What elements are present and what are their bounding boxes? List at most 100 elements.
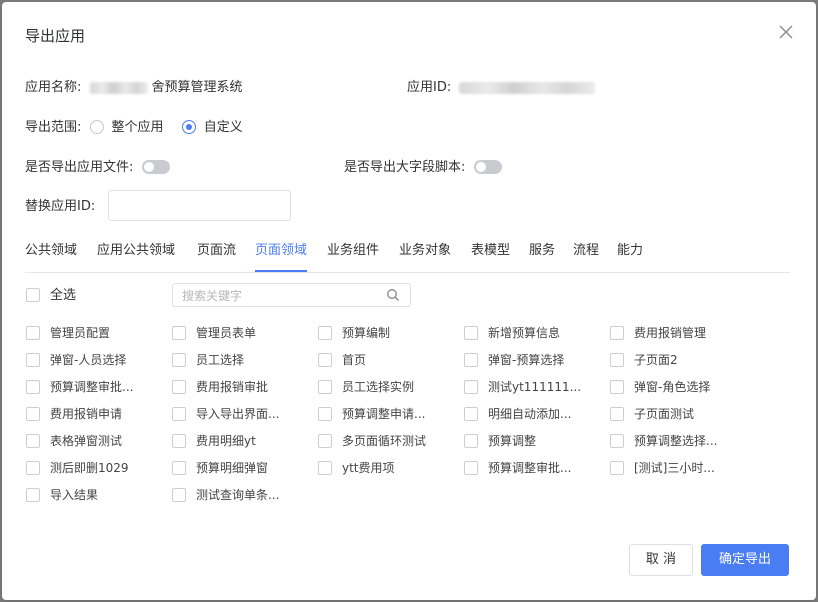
checkbox-icon [26,353,40,367]
page-item-checkbox[interactable]: 多页面循环测试 [318,432,458,450]
page-item-checkbox[interactable]: 费用明细yt [172,432,312,450]
page-item-label: 预算调整 [488,434,537,448]
page-item-label: 员工选择 [196,353,245,367]
page-item-label: 费用明细yt [196,434,256,448]
page-item-checkbox[interactable]: 弹窗-角色选择 [610,378,750,396]
export-big-field-label: 是否导出大字段脚本: [344,160,466,175]
checkbox-icon [172,434,186,448]
scope-option-custom[interactable]: 自定义 [181,120,243,135]
page-item-checkbox[interactable]: 预算调整申请... [318,405,458,423]
dialog-title: 导出应用 [25,27,86,45]
checkbox-icon [172,407,186,421]
checkbox-icon [318,353,332,367]
checkbox-icon [318,434,332,448]
page-item-checkbox[interactable]: 费用报销审批 [172,378,312,396]
search-input[interactable] [180,285,384,307]
page-item-label: 费用报销申请 [50,407,123,421]
app-name-row: 应用名称: 舍预算管理系统 [25,78,243,98]
page-item-checkbox[interactable]: 预算调整 [464,432,604,450]
page-item-checkbox[interactable]: 预算明细弹窗 [172,459,312,477]
export-app-files-row: 是否导出应用文件: [25,158,170,178]
checkbox-icon [26,407,40,421]
tab-process[interactable]: 流程 [573,242,599,260]
checkbox-icon [610,353,624,367]
checkbox-icon [172,353,186,367]
page-item-checkbox[interactable]: 费用报销管理 [610,324,750,342]
page-item-checkbox[interactable]: 测后即删1029 [26,459,166,477]
page-item-checkbox[interactable]: 预算调整选择... [610,432,750,450]
export-big-field-switch[interactable] [473,160,502,174]
page-item-checkbox[interactable]: 预算调整审批... [26,378,166,396]
page-item-label: 导入导出界面... [196,407,280,421]
page-item-checkbox[interactable]: 子页面测试 [610,405,750,423]
tab-business-object[interactable]: 业务对象 [399,242,451,260]
select-all[interactable]: 全选 [26,287,76,305]
page-item-checkbox[interactable]: 新增预算信息 [464,324,604,342]
tab-public-domain[interactable]: 公共领域 [25,242,77,260]
tab-service[interactable]: 服务 [529,242,555,260]
page-item-checkbox[interactable]: 费用报销申请 [26,405,166,423]
checkbox-icon [26,434,40,448]
checkbox-icon [26,461,40,475]
search-icon[interactable] [386,288,400,302]
page-item-checkbox[interactable]: 员工选择实例 [318,378,458,396]
page-item-checkbox[interactable]: 管理员配置 [26,324,166,342]
checkbox-icon [26,488,40,502]
checkbox-icon [318,326,332,340]
cancel-button[interactable]: 取 消 [629,544,693,576]
page-item-checkbox[interactable]: 导入导出界面... [172,405,312,423]
page-item-label: 测试yt111111... [488,380,582,394]
page-item-label: 新增预算信息 [488,326,561,340]
checkbox-icon [610,380,624,394]
checkbox-icon [172,488,186,502]
page-item-checkbox[interactable]: 管理员表单 [172,324,312,342]
confirm-export-button[interactable]: 确定导出 [701,544,789,576]
export-scope-label: 导出范围: [25,120,82,135]
checkbox-icon [464,353,478,367]
tab-table-model[interactable]: 表模型 [471,242,510,260]
page-item-label: 子页面测试 [634,407,695,421]
page-item-checkbox[interactable]: 弹窗-人员选择 [26,351,166,369]
page-item-label: 弹窗-预算选择 [488,353,565,367]
app-name-label: 应用名称: [25,80,82,95]
replace-id-input[interactable] [108,190,291,221]
page-item-checkbox[interactable]: 导入结果 [26,486,166,504]
page-item-label: 测试查询单条... [196,488,280,502]
export-big-field-row: 是否导出大字段脚本: [344,158,502,178]
page-item-label: 预算调整审批... [50,380,134,394]
checkbox-icon [610,326,624,340]
page-item-checkbox[interactable]: 预算编制 [318,324,458,342]
page-item-checkbox[interactable]: 预算调整审批... [464,459,604,477]
scope-option-label: 自定义 [203,120,243,135]
tab-app-public-domain[interactable]: 应用公共领域 [97,242,175,260]
page-item-checkbox[interactable]: 子页面2 [610,351,750,369]
export-scope-row: 导出范围: 整个应用 自定义 [25,118,243,138]
tab-capability[interactable]: 能力 [617,242,643,260]
scope-option-whole-app[interactable]: 整个应用 [89,120,168,135]
page-item-label: 弹窗-人员选择 [50,353,127,367]
page-item-label: 测后即删1029 [50,461,129,475]
page-item-checkbox[interactable]: 表格弹窗测试 [26,432,166,450]
page-item-label: 多页面循环测试 [342,434,427,448]
page-item-checkbox[interactable]: 测试查询单条... [172,486,312,504]
page-item-label: 预算调整审批... [488,461,572,475]
radio-icon [89,120,104,134]
close-icon[interactable] [778,24,794,40]
page-item-checkbox[interactable]: ytt费用项 [318,459,458,477]
page-item-checkbox[interactable]: [测试]三小时... [610,459,750,477]
tab-page-flow[interactable]: 页面流 [197,242,236,260]
page-item-label: 预算明细弹窗 [196,461,269,475]
page-item-checkbox[interactable]: 测试yt111111... [464,378,604,396]
page-item-checkbox[interactable]: 员工选择 [172,351,312,369]
redacted-app-id [459,81,596,94]
select-all-label: 全选 [50,288,77,303]
export-app-files-switch[interactable] [141,160,170,174]
tab-bar: 公共领域 应用公共领域 页面流 页面领域 业务组件 业务对象 表模型 服务 流程… [25,242,790,273]
tab-page-domain[interactable]: 页面领域 [255,242,308,272]
tab-business-component[interactable]: 业务组件 [327,242,379,260]
page-item-label: 弹窗-角色选择 [634,380,711,394]
page-item-checkbox[interactable]: 弹窗-预算选择 [464,351,604,369]
page-item-label: 管理员表单 [196,326,257,340]
page-item-checkbox[interactable]: 首页 [318,351,458,369]
page-item-checkbox[interactable]: 明细自动添加... [464,405,604,423]
